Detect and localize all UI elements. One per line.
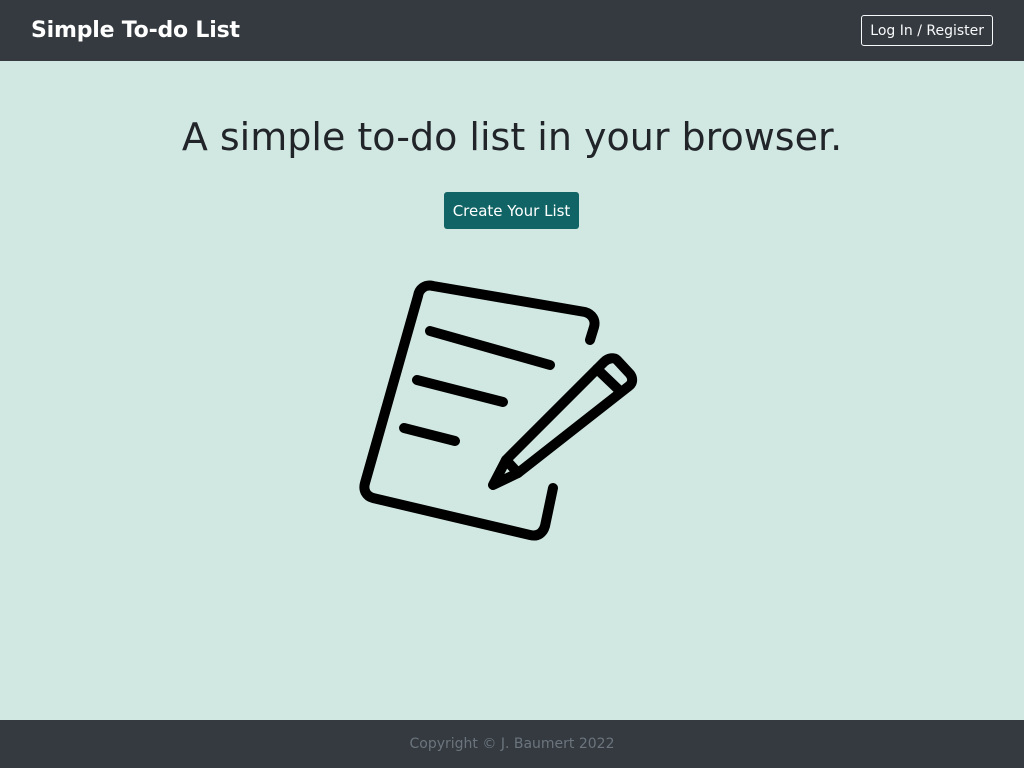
login-register-button[interactable]: Log In / Register (861, 15, 993, 46)
pencil-tip-edge (501, 455, 523, 478)
brand-link[interactable]: Simple To-do List (31, 18, 240, 43)
note-line-3 (399, 423, 460, 446)
note-line-1 (425, 326, 555, 370)
main-content: A simple to-do list in your browser. Cre… (0, 61, 1024, 720)
pencil-ferrule (592, 364, 625, 396)
footer: Copyright © J. Baumert 2022 (0, 720, 1024, 768)
note-line-2 (412, 375, 508, 407)
copyright-text: Copyright © J. Baumert 2022 (409, 736, 615, 752)
navbar: Simple To-do List Log In / Register (0, 0, 1024, 61)
create-list-button[interactable]: Create Your List (444, 192, 579, 229)
hero-title: A simple to-do list in your browser. (181, 115, 843, 159)
notepad-pencil-icon (359, 280, 638, 541)
